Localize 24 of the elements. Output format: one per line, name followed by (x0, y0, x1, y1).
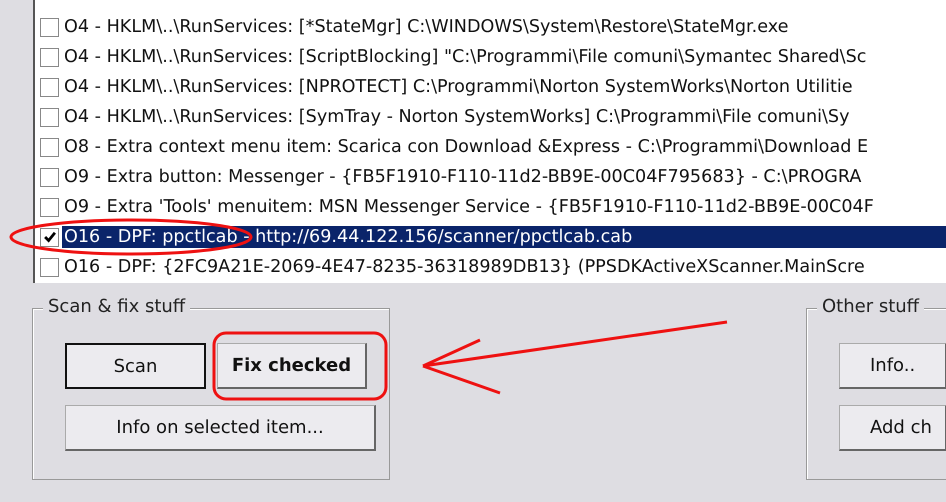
checkbox[interactable] (40, 228, 59, 246)
action-button[interactable]: Add ch (839, 405, 946, 451)
list-item[interactable]: O4 - HKLM\..\RunServices: [SymTray - Norton SystemWorks] C:\Programmi\File comuni\Sy (62, 106, 852, 128)
list-item[interactable]: O16 - DPF: {2FC9A21E-2069-4E47-8235-36318989DB13} (PPSDKActiveXScanner.MainScre (62, 256, 867, 278)
action-button[interactable]: Info on selected item... (65, 405, 376, 451)
list-item[interactable]: O9 - Extra button: Messenger - {FB5F1910-F110-11d2-BB9E-00C04F795683} - C:\PROGRA (62, 166, 864, 188)
checkbox[interactable] (40, 258, 59, 276)
list-item[interactable]: O4 - HKLM\..\RunServices: [*StateMgr] C:\WINDOWS\System\Restore\StateMgr.exe (62, 16, 790, 38)
list-item[interactable]: O4 - HKLM\..\RunServices: [ScriptBlocking] "C:\Programmi\File comuni\Symantec Shared\Sc (62, 46, 868, 68)
list-item[interactable]: O8 - Extra context menu item: Scarica con Download &Express - C:\Programmi\Download E (62, 136, 870, 158)
list-item[interactable]: O9 - Extra 'Tools' menuitem: MSN Messenger Service - {FB5F1910-F110-11d2-BB9E-00C04F (62, 196, 876, 218)
checkbox[interactable] (40, 108, 59, 126)
checkbox[interactable] (40, 18, 59, 36)
action-button[interactable]: Info.. (839, 343, 946, 389)
check-icon (42, 230, 56, 244)
checkbox[interactable] (40, 198, 59, 216)
checkbox[interactable] (40, 168, 59, 186)
checkbox[interactable] (40, 48, 59, 66)
action-button[interactable]: Fix checked (217, 343, 367, 389)
list-item[interactable]: O16 - DPF: ppctlcab - http://69.44.122.156/scanner/ppctlcab.cab (62, 226, 946, 248)
checkbox[interactable] (40, 78, 59, 96)
action-button[interactable]: Scan (65, 343, 206, 389)
checkbox[interactable] (40, 138, 59, 156)
list-item[interactable]: O4 - HKLM\..\RunServices: [NPROTECT] C:\Programmi\Norton SystemWorks\Norton Utilitie (62, 76, 855, 98)
